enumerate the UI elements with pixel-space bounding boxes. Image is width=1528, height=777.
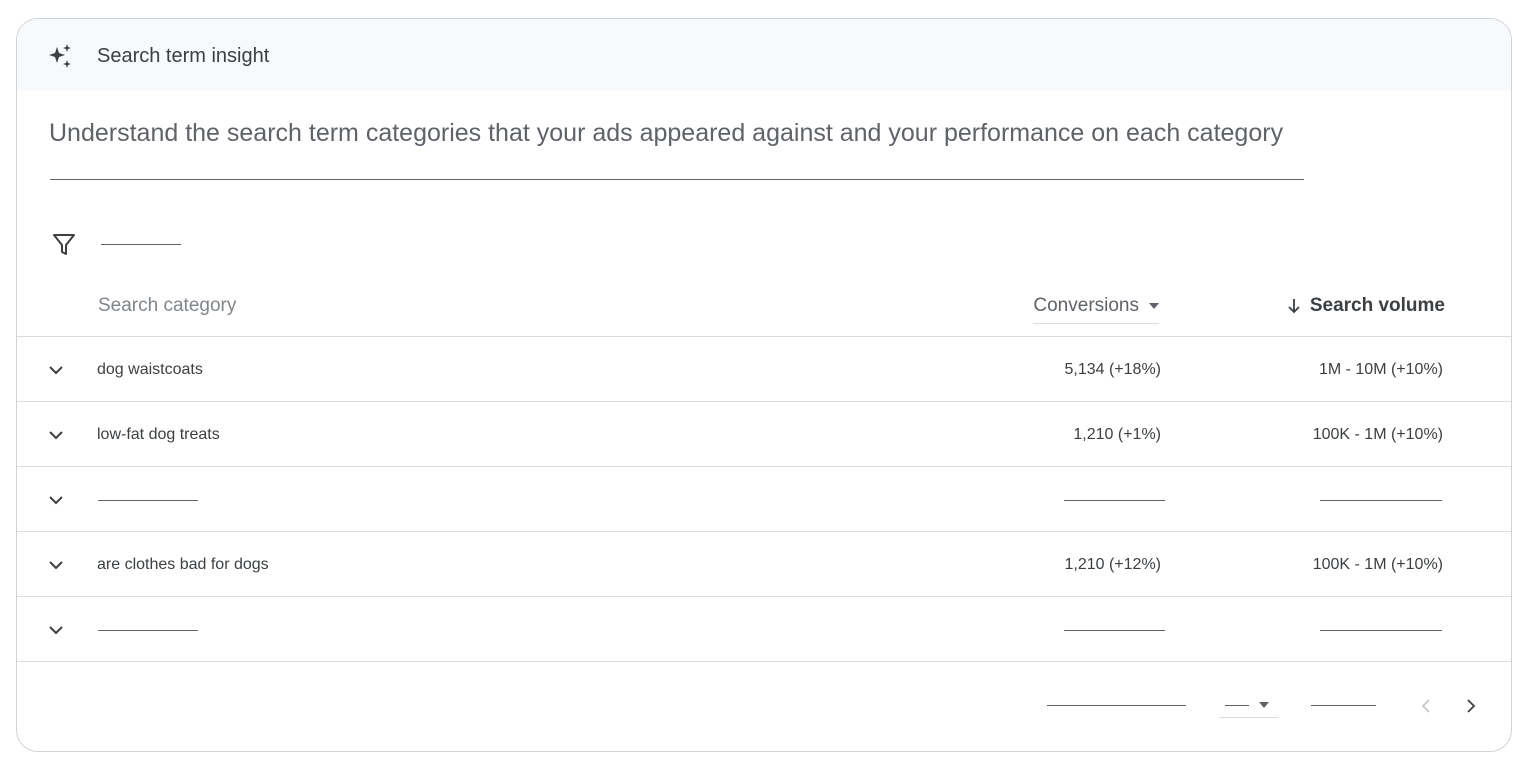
card-description: Understand the search term categories th… (49, 119, 1284, 147)
search-volume-header-label: Search volume (1309, 295, 1445, 316)
conversions-placeholder-line (1064, 500, 1165, 501)
chevron-down-icon[interactable] (45, 619, 67, 641)
conversions-header-label: Conversions (1033, 295, 1139, 316)
card-header: Search term insight (17, 19, 1511, 91)
row-search-volume: 100K - 1M (+10%) (1312, 426, 1443, 443)
table-row[interactable]: are clothes bad for dogs 1,210 (+12%) 10… (17, 531, 1511, 596)
table-row[interactable]: low-fat dog treats 1,210 (+1%) 100K - 1M… (17, 401, 1511, 466)
chevron-down-icon[interactable] (45, 359, 67, 381)
filter-icon[interactable] (51, 231, 77, 257)
rows-per-page-select[interactable] (1219, 693, 1279, 718)
volume-placeholder-line (1320, 500, 1442, 501)
row-category: low-fat dog treats (97, 426, 220, 443)
category-placeholder-line (98, 630, 198, 631)
rows-per-page-placeholder-line (1225, 705, 1249, 706)
arrow-down-icon (1288, 299, 1300, 314)
chevron-left-icon[interactable] (1415, 695, 1437, 717)
row-category: are clothes bad for dogs (97, 556, 269, 573)
search-term-insight-card: Search term insight Understand the searc… (16, 18, 1512, 752)
chevron-down-icon[interactable] (45, 424, 67, 446)
dropdown-caret-icon (1259, 702, 1269, 708)
row-search-volume: 100K - 1M (+10%) (1312, 556, 1443, 573)
row-conversions: 1,210 (+1%) (1073, 426, 1161, 443)
row-category: dog waistcoats (97, 361, 203, 378)
chevron-down-icon[interactable] (45, 489, 67, 511)
row-search-volume: 1M - 10M (+10%) (1318, 361, 1443, 378)
rows-range-placeholder-line (1047, 705, 1186, 706)
volume-placeholder-line (1320, 630, 1442, 631)
column-header-conversions[interactable]: Conversions (1033, 295, 1159, 324)
page-count-placeholder-line (1311, 705, 1376, 706)
table-row-placeholder[interactable] (17, 596, 1511, 662)
column-header-search-category[interactable]: Search category (98, 295, 236, 317)
category-placeholder-line (98, 500, 198, 501)
chevron-right-icon[interactable] (1460, 695, 1482, 717)
card-title: Search term insight (97, 45, 270, 67)
dropdown-caret-icon (1149, 303, 1159, 309)
chevron-down-icon[interactable] (45, 554, 67, 576)
sparkle-icon (49, 44, 71, 68)
table-row[interactable]: dog waistcoats 5,134 (+18%) 1M - 10M (+1… (17, 336, 1511, 401)
row-conversions: 1,210 (+12%) (1064, 556, 1161, 573)
description-placeholder-line (50, 179, 1304, 180)
column-header-search-volume[interactable]: Search volume (1286, 295, 1445, 317)
table-row-placeholder[interactable] (17, 466, 1511, 531)
conversions-placeholder-line (1064, 630, 1165, 631)
filter-placeholder-line (101, 244, 181, 245)
row-conversions: 5,134 (+18%) (1064, 361, 1161, 378)
